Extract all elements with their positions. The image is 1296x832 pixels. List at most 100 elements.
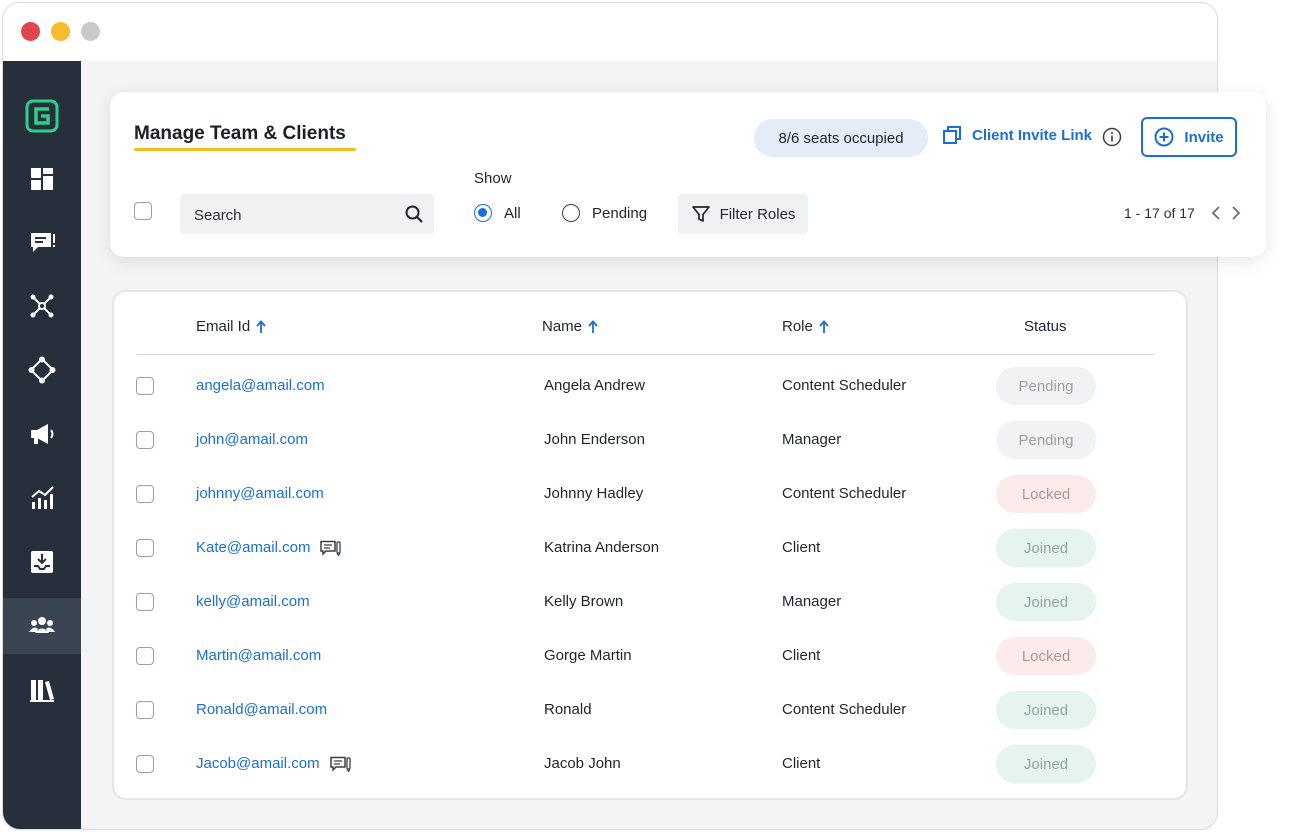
row-checkbox[interactable] [136, 701, 154, 719]
header-card: Manage Team & Clients 8/6 seats occupied… [110, 92, 1266, 257]
search-icon[interactable] [404, 204, 424, 224]
sidebar-item-connections[interactable] [3, 342, 81, 398]
sidebar-item-library[interactable] [3, 662, 81, 718]
column-header-name-label: Name [542, 318, 583, 335]
table-row: Ronald@amail.com Ronald Content Scheduler J… [114, 683, 1186, 737]
search-input[interactable] [192, 194, 396, 236]
row-checkbox[interactable] [136, 647, 154, 665]
row-checkbox[interactable] [136, 485, 154, 503]
maximize-window-button[interactable] [81, 22, 100, 41]
status-badge: Joined [996, 529, 1096, 567]
status-badge: Pending [996, 421, 1096, 459]
email-text[interactable]: Kate@amail.com [196, 539, 310, 556]
radio-all-indicator[interactable] [474, 204, 492, 222]
email-link[interactable]: Ronald@amail.com [196, 701, 327, 718]
email-text[interactable]: john@amail.com [196, 431, 308, 448]
radio-pending-indicator[interactable] [562, 204, 580, 222]
team-table: Email Id Name Role Status angela@amail.c… [112, 290, 1188, 800]
header-divider [136, 354, 1154, 355]
sidebar-item-network[interactable] [3, 278, 81, 334]
invite-button-label: Invite [1184, 128, 1224, 146]
sidebar-item-campaigns[interactable] [3, 406, 81, 462]
sidebar-item-downloads[interactable] [3, 534, 81, 590]
member-name: John Enderson [544, 431, 645, 448]
sort-arrow-up-icon [256, 319, 266, 333]
status-badge: Joined [996, 691, 1096, 729]
sidebar-item-dashboard[interactable] [3, 151, 81, 207]
email-text[interactable]: johnny@amail.com [196, 485, 324, 502]
client-invite-link[interactable]: Client Invite Link [942, 125, 1092, 145]
radio-pending[interactable]: Pending [562, 204, 647, 222]
close-window-button[interactable] [21, 22, 40, 41]
email-link[interactable]: Jacob@amail.com [196, 755, 352, 772]
radio-all[interactable]: All [474, 204, 521, 222]
table-row: Jacob@amail.com Jacob John Client Joined [114, 737, 1186, 791]
row-checkbox[interactable] [136, 539, 154, 557]
filter-roles-button[interactable]: Filter Roles [678, 194, 808, 234]
invite-button[interactable]: Invite [1141, 117, 1237, 157]
email-link[interactable]: kelly@amail.com [196, 593, 310, 610]
radio-all-label: All [504, 204, 521, 222]
email-link[interactable]: Kate@amail.com [196, 539, 342, 556]
sidebar [3, 61, 81, 829]
email-text[interactable]: Jacob@amail.com [196, 755, 320, 772]
sort-arrow-up-icon [819, 319, 829, 333]
next-page-icon[interactable] [1229, 205, 1243, 221]
column-header-email[interactable]: Email Id [196, 318, 266, 335]
radio-pending-label: Pending [592, 204, 648, 222]
info-icon[interactable] [1102, 127, 1122, 147]
g-logo-icon[interactable] [25, 99, 59, 133]
column-header-name[interactable]: Name [542, 318, 598, 335]
email-text[interactable]: kelly@amail.com [196, 593, 310, 610]
member-name: Gorge Martin [544, 647, 632, 664]
status-badge: Joined [996, 583, 1096, 621]
column-header-email-label: Email Id [196, 318, 251, 335]
connections-icon [28, 356, 56, 384]
search-box[interactable] [180, 194, 434, 236]
select-all-checkbox[interactable] [134, 202, 152, 220]
note-icon[interactable] [320, 540, 342, 556]
member-role: Manager [782, 593, 842, 610]
copy-icon [943, 126, 961, 144]
member-name: Johnny Hadley [544, 485, 644, 502]
note-icon[interactable] [329, 756, 352, 772]
email-text[interactable]: Martin@amail.com [196, 647, 321, 664]
email-link[interactable]: john@amail.com [196, 431, 308, 448]
column-header-role-label: Role [782, 318, 813, 335]
column-header-status: Status [1024, 318, 1067, 335]
inbox-download-icon [31, 551, 53, 573]
dashboard-icon [31, 168, 53, 190]
page-title: Manage Team & Clients [134, 123, 346, 144]
member-role: Content Scheduler [782, 701, 907, 718]
member-role: Content Scheduler [782, 485, 907, 502]
message-icon [31, 233, 55, 252]
table-row: Kate@amail.com Katrina Anderson Client Join… [114, 521, 1186, 575]
member-name: Angela Andrew [544, 377, 645, 394]
member-role: Client [782, 539, 821, 556]
row-checkbox[interactable] [136, 755, 154, 773]
minimize-window-button[interactable] [51, 22, 70, 41]
sidebar-item-analytics[interactable] [3, 470, 81, 526]
column-header-role[interactable]: Role [782, 318, 829, 335]
sidebar-item-messages[interactable] [3, 214, 81, 270]
member-name: Ronald [544, 701, 592, 718]
status-badge: Locked [996, 475, 1096, 513]
email-link[interactable]: johnny@amail.com [196, 485, 324, 502]
status-badge: Pending [996, 367, 1096, 405]
email-link[interactable]: angela@amail.com [196, 377, 325, 394]
row-checkbox[interactable] [136, 431, 154, 449]
row-checkbox[interactable] [136, 377, 154, 395]
client-invite-link-label: Client Invite Link [972, 126, 1093, 144]
seats-badge: 8/6 seats occupied [754, 119, 928, 157]
status-badge: Joined [996, 745, 1096, 783]
table-row: john@amail.com John Enderson Manager Pendin… [114, 413, 1186, 467]
member-name: Jacob John [544, 755, 621, 772]
email-text[interactable]: Ronald@amail.com [196, 701, 327, 718]
status-badge: Locked [996, 637, 1096, 675]
show-label: Show [474, 170, 512, 187]
email-link[interactable]: Martin@amail.com [196, 647, 321, 664]
row-checkbox[interactable] [136, 593, 154, 611]
sidebar-item-team[interactable] [3, 598, 81, 654]
email-text[interactable]: angela@amail.com [196, 377, 325, 394]
previous-page-icon[interactable] [1209, 205, 1223, 221]
